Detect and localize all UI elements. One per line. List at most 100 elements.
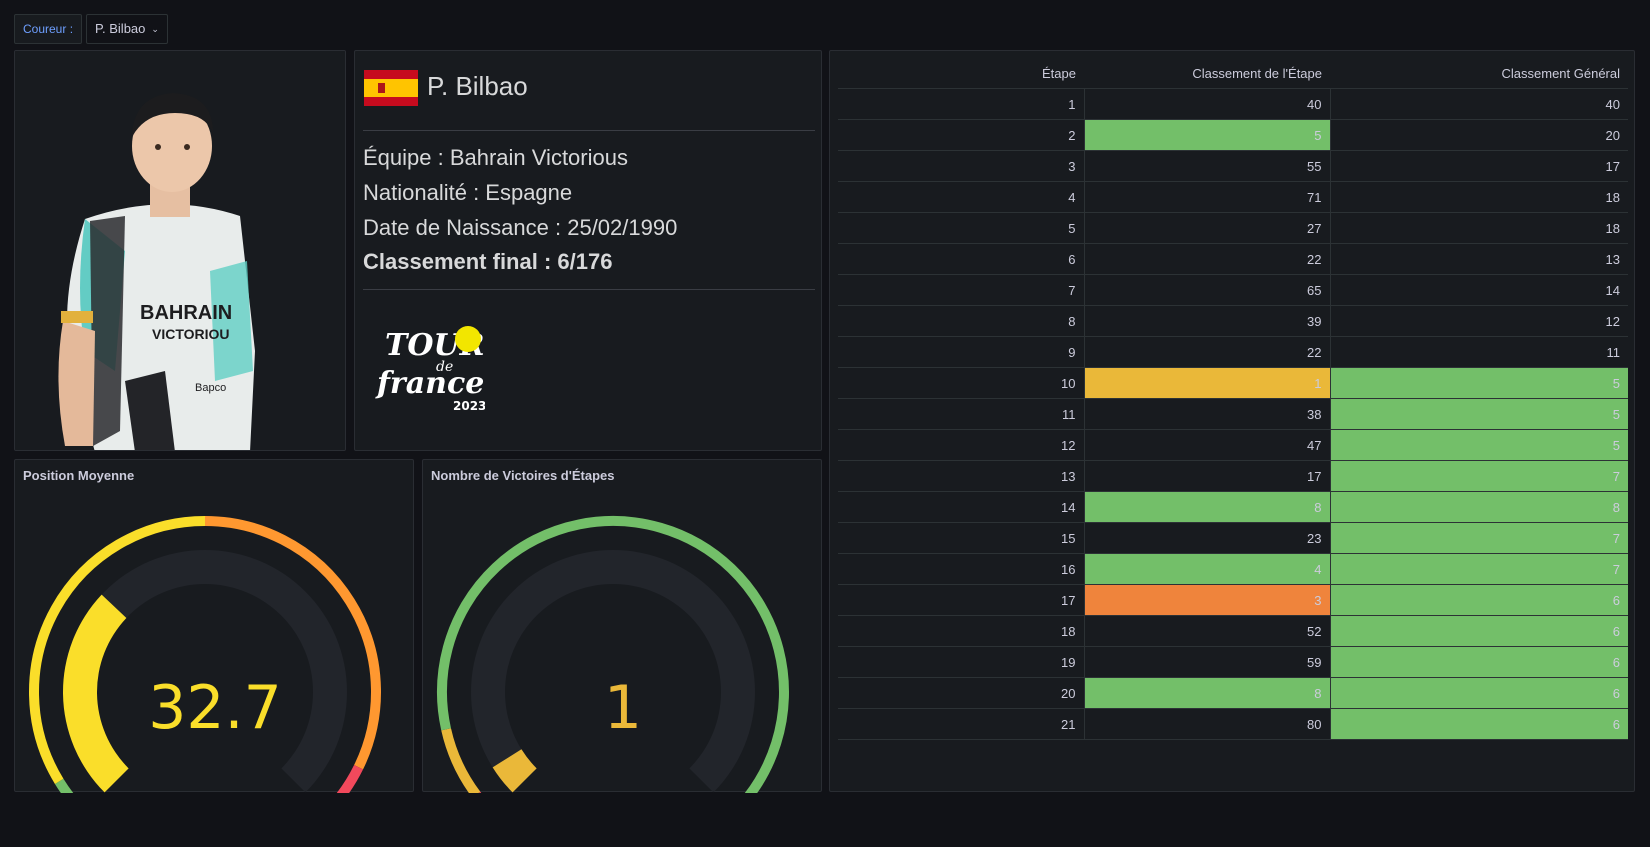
stage-table-panel: Étape Classement de l'Étape Classement G… <box>829 50 1635 792</box>
gauge-threshold-segment <box>54 778 74 793</box>
stage-ranking-table: Étape Classement de l'Étape Classement G… <box>838 59 1628 740</box>
table-cell-rank: 80 <box>1083 708 1330 740</box>
table-cell-gen: 5 <box>1329 367 1628 399</box>
table-cell-rank: 1 <box>1083 367 1330 399</box>
info-divider-bottom <box>363 289 815 290</box>
spain-flag-icon <box>364 70 418 106</box>
gauge-chart: 1 <box>437 516 789 793</box>
table-cell-stage: 20 <box>838 677 1084 709</box>
table-row: 15 23 7 <box>838 522 1628 554</box>
table-cell-rank: 3 <box>1083 584 1330 616</box>
table-cell-gen: 7 <box>1329 460 1628 492</box>
rider-photo-panel: BAHRAIN VICTORIOU Bapco <box>14 50 346 451</box>
table-cell-stage: 6 <box>838 243 1084 275</box>
table-cell-gen: 6 <box>1329 708 1628 740</box>
gauge-chart: 32.7 <box>29 516 381 793</box>
tour-de-france-logo: TOUR de france 2023 <box>375 326 485 413</box>
chevron-down-icon: ⌄ <box>151 24 159 34</box>
rider-select[interactable]: P. Bilbao ⌄ <box>86 14 168 44</box>
table-cell-stage: 9 <box>838 336 1084 368</box>
table-cell-rank: 17 <box>1083 460 1330 492</box>
table-cell-gen: 7 <box>1329 553 1628 585</box>
table-header-row: Étape Classement de l'Étape Classement G… <box>838 59 1628 89</box>
table-cell-rank: 39 <box>1083 305 1330 337</box>
table-cell-rank: 4 <box>1083 553 1330 585</box>
table-cell-gen: 6 <box>1329 677 1628 709</box>
table-cell-stage: 1 <box>838 88 1084 120</box>
table-row: 1 40 40 <box>838 88 1628 120</box>
team-line: Équipe : Bahrain Victorious <box>363 145 628 170</box>
table-cell-rank: 27 <box>1083 212 1330 244</box>
table-cell-gen: 14 <box>1329 274 1628 306</box>
table-cell-stage: 21 <box>838 708 1084 740</box>
table-row: 6 22 13 <box>838 243 1628 275</box>
table-cell-gen: 11 <box>1329 336 1628 368</box>
table-cell-rank: 52 <box>1083 615 1330 647</box>
table-cell-rank: 38 <box>1083 398 1330 430</box>
table-cell-rank: 40 <box>1083 88 1330 120</box>
table-cell-rank: 65 <box>1083 274 1330 306</box>
table-cell-stage: 7 <box>838 274 1084 306</box>
table-row: 4 71 18 <box>838 181 1628 213</box>
table-cell-stage: 5 <box>838 212 1084 244</box>
rider-info-panel: P. Bilbao Équipe : Bahrain Victorious Na… <box>354 50 822 451</box>
table-cell-gen: 7 <box>1329 522 1628 554</box>
table-cell-gen: 40 <box>1329 88 1628 120</box>
average-position-gauge-panel: Position Moyenne 32.7 <box>14 459 414 793</box>
gauge-value-bar <box>63 594 129 793</box>
table-cell-rank: 59 <box>1083 646 1330 678</box>
table-row: 9 22 11 <box>838 336 1628 368</box>
table-cell-rank: 47 <box>1083 429 1330 461</box>
table-cell-gen: 6 <box>1329 646 1628 678</box>
gauge-threshold-segment <box>441 728 481 793</box>
table-cell-stage: 19 <box>838 646 1084 678</box>
logo-line3: france <box>375 366 484 401</box>
table-row: 11 38 5 <box>838 398 1628 430</box>
table-cell-stage: 10 <box>838 367 1084 399</box>
table-cell-gen: 12 <box>1329 305 1628 337</box>
header-stage[interactable]: Étape <box>838 59 1084 89</box>
gauge-value: 32.7 <box>148 673 282 743</box>
table-row: 17 3 6 <box>838 584 1628 616</box>
header-general-rank[interactable]: Classement Général <box>1330 59 1628 89</box>
table-cell-stage: 13 <box>838 460 1084 492</box>
table-cell-stage: 17 <box>838 584 1084 616</box>
svg-text:BAHRAIN: BAHRAIN <box>140 302 232 324</box>
table-cell-rank: 23 <box>1083 522 1330 554</box>
table-row: 18 52 6 <box>838 615 1628 647</box>
table-cell-stage: 16 <box>838 553 1084 585</box>
table-cell-gen: 18 <box>1329 181 1628 213</box>
table-cell-stage: 8 <box>838 305 1084 337</box>
table-cell-stage: 12 <box>838 429 1084 461</box>
table-cell-gen: 17 <box>1329 150 1628 182</box>
table-row: 12 47 5 <box>838 429 1628 461</box>
stage-wins-gauge-panel: Nombre de Victoires d'Étapes 1 <box>422 459 822 793</box>
birthdate-line: Date de Naissance : 25/02/1990 <box>363 215 678 240</box>
table-row: 3 55 17 <box>838 150 1628 182</box>
table-row: 20 8 6 <box>838 677 1628 709</box>
table-cell-rank: 22 <box>1083 336 1330 368</box>
table-cell-rank: 71 <box>1083 181 1330 213</box>
final-ranking-line: Classement final : 6/176 <box>363 249 613 274</box>
svg-text:Bapco: Bapco <box>195 382 226 394</box>
header-stage-rank[interactable]: Classement de l'Étape <box>1084 59 1330 89</box>
nationality-line: Nationalité : Espagne <box>363 180 573 205</box>
table-cell-gen: 18 <box>1329 212 1628 244</box>
table-row: 14 8 8 <box>838 491 1628 523</box>
table-row: 16 4 7 <box>838 553 1628 585</box>
table-cell-gen: 13 <box>1329 243 1628 275</box>
table-row: 5 27 18 <box>838 212 1628 244</box>
table-row: 2 5 20 <box>838 119 1628 151</box>
table-cell-stage: 18 <box>838 615 1084 647</box>
table-cell-gen: 6 <box>1329 584 1628 616</box>
table-cell-gen: 6 <box>1329 615 1628 647</box>
table-row: 7 65 14 <box>838 274 1628 306</box>
table-cell-rank: 22 <box>1083 243 1330 275</box>
table-row: 13 17 7 <box>838 460 1628 492</box>
table-cell-stage: 15 <box>838 522 1084 554</box>
rider-photo: BAHRAIN VICTORIOU Bapco <box>15 51 345 450</box>
table-cell-rank: 8 <box>1083 491 1330 523</box>
table-row: 10 1 5 <box>838 367 1628 399</box>
rider-name: P. Bilbao <box>427 71 528 101</box>
table-cell-gen: 20 <box>1329 119 1628 151</box>
